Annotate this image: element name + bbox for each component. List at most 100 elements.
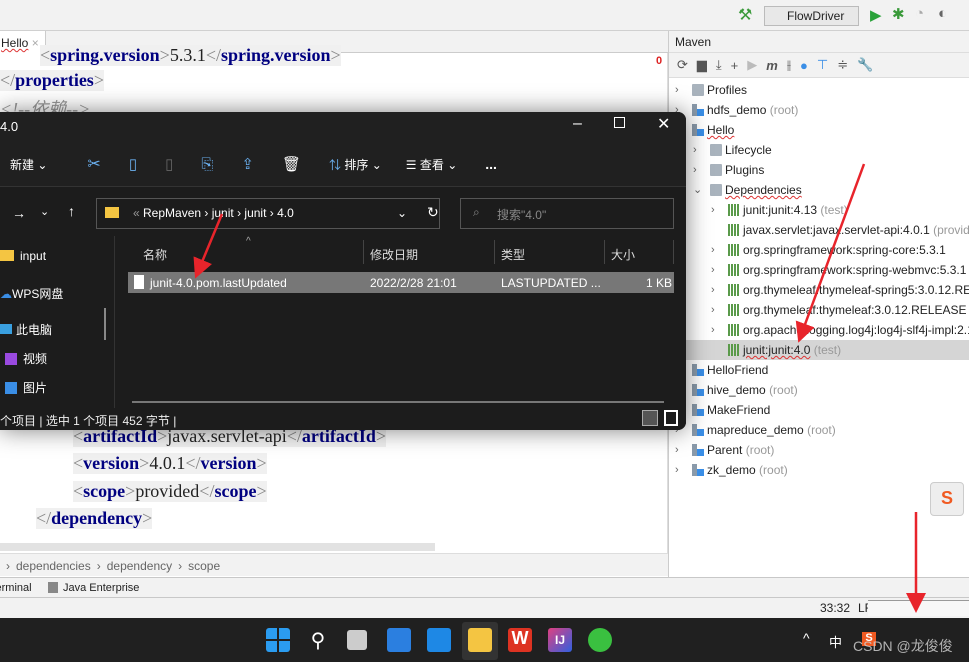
terminal-tab[interactable]: Terminal [0,582,32,594]
tree-item[interactable]: › Lifecycle [669,140,969,160]
copy-icon[interactable]: ▯ [129,155,137,173]
cursor-position[interactable]: 33:32 [820,601,850,615]
tree-item[interactable]: MakeFriend [669,400,969,420]
new-button[interactable]: 新建 ⌄ [10,156,47,173]
tree-item[interactable]: › org.thymeleaf:thymeleaf-spring5:3.0.12.… [669,280,969,300]
tree-item[interactable]: › Parent (root) [669,440,969,460]
chevron-right-icon[interactable]: › [711,200,715,220]
tree-item[interactable]: › Profiles [669,80,969,100]
tree-item[interactable]: HelloFriend [669,360,969,380]
tree-item[interactable]: › junit:junit:4.13 (test) [669,200,969,220]
coverage-icon[interactable]: ◔ [915,5,924,22]
more-button[interactable]: ... [485,156,497,172]
share-icon[interactable]: ⇪ [241,155,254,173]
maven-goal-icon[interactable]: m [766,58,778,73]
maximize-button[interactable] [614,117,625,128]
run-config-select[interactable]: FlowDriver ⌄ [764,6,859,37]
tree-item[interactable]: › org.springframework:spring-webmvc:5.3.1 [669,260,969,280]
tree-item[interactable]: › hdfs_demo (root) [669,100,969,120]
address-segment[interactable]: junit [212,206,234,220]
breadcrumb-item[interactable]: dependency [107,559,172,573]
close-icon[interactable]: × [32,36,39,50]
file-row[interactable]: junit-4.0.pom.lastUpdated 2022/2/28 21:0… [128,272,674,293]
chevron-down-icon[interactable]: ⌄ [693,180,702,200]
collapse-icon[interactable]: ≑ [837,57,848,73]
column-date[interactable]: 修改日期 [364,240,495,264]
chevron-right-icon[interactable]: › [693,140,697,160]
search-input[interactable]: ⌕ 搜索"4.0" [460,198,674,229]
sort-button[interactable]: ⇅ 排序 ⌄ [329,156,382,173]
tree-item[interactable]: › zk_demo (root) [669,460,969,480]
sidebar-item-videos[interactable]: 视频 [5,350,47,367]
preview-view-button[interactable] [664,410,678,426]
address-bar[interactable]: « RepMaven › junit › junit › 4.0 ⌄ ↻ [96,198,440,229]
tree-item[interactable]: junit:junit:4.0 (test) [669,340,969,360]
chevron-right-icon[interactable]: › [675,460,679,480]
intellij-icon[interactable]: IJ [548,628,572,652]
search-icon[interactable]: ⚲ [306,628,330,652]
address-segment[interactable]: 4.0 [277,206,294,220]
run-icon[interactable]: ▶ [870,6,882,24]
paste-icon[interactable]: ▯ [165,155,173,173]
add-icon[interactable]: + [731,58,739,73]
forward-icon[interactable]: → [12,205,26,221]
tree-item[interactable]: › org.thymeleaf:thymeleaf:3.0.12.RELEASE [669,300,969,320]
details-view-button[interactable] [642,410,658,426]
breadcrumb-item[interactable]: scope [188,559,220,573]
sogou-ime-toolbar[interactable]: S [930,482,964,516]
horizontal-scrollbar[interactable] [132,401,664,403]
show-deps-icon[interactable]: ⊤ [817,57,828,73]
address-segment[interactable]: junit [244,206,266,220]
refresh-icon[interactable]: ↻ [427,204,439,221]
run-icon[interactable]: ▶ [747,57,757,73]
debug-icon[interactable]: ✱ [892,5,905,23]
chevron-right-icon[interactable]: › [693,160,697,180]
settings-wrench-icon[interactable]: 🔧 [857,57,873,73]
build-hammer-icon[interactable]: ⚒ [738,5,752,25]
tree-item[interactable]: hive_demo (root) [669,380,969,400]
tree-item[interactable]: › mapreduce_demo (root) [669,420,969,440]
rename-icon[interactable]: ⎘ [201,156,213,173]
skip-tests-icon[interactable]: ● [800,58,808,73]
chevron-right-icon[interactable]: › [711,300,715,320]
delete-icon[interactable]: 🗑 [282,155,301,173]
column-size[interactable]: 大小 [605,240,674,264]
start-icon[interactable] [266,628,290,652]
up-icon[interactable]: ↑ [68,203,75,219]
chevron-right-icon[interactable]: › [711,280,715,300]
sidebar-item-pictures[interactable]: 图片 [5,379,47,396]
minimize-button[interactable]: – [573,115,582,133]
tree-item[interactable]: ⌄ Dependencies [669,180,969,200]
task-view-icon[interactable] [347,630,367,650]
sidebar-item-input[interactable]: input [0,249,46,263]
view-button[interactable]: ☰ 查看 ⌄ [406,156,458,173]
tray-expand-icon[interactable]: ^ [803,630,810,646]
wps-icon[interactable]: W [508,628,532,652]
mail-icon[interactable] [427,628,451,652]
java-enterprise-tab[interactable]: Java Enterprise [63,582,139,594]
chevron-right-icon[interactable]: › [675,440,679,460]
download-icon[interactable]: ⤓ [716,57,722,73]
sidebar-item-wps[interactable]: ☁WPS网盘 [0,285,63,302]
cut-icon[interactable]: ✂ [87,154,100,174]
recent-chevron-icon[interactable]: ⌄ [40,205,49,218]
widgets-icon[interactable] [387,628,411,652]
tree-item[interactable]: › org.springframework:spring-core:5.3.1 [669,240,969,260]
tree-item[interactable]: › org.apache.logging.log4j:log4j-slf4j-im… [669,320,969,340]
sidebar-item-this-pc[interactable]: 此电脑 [0,321,52,338]
profile-icon[interactable]: ◐ [938,5,947,22]
tree-item[interactable]: javax.servlet:javax.servlet-api:4.0.1 (p… [669,220,969,240]
chevron-right-icon[interactable]: › [711,240,715,260]
tree-item[interactable]: › Plugins [669,160,969,180]
chevron-right-icon[interactable]: › [675,80,679,100]
chevron-right-icon[interactable]: › [711,260,715,280]
column-name[interactable]: 名称 [137,240,364,264]
breadcrumb-item[interactable]: dependencies [16,559,91,573]
wechat-icon[interactable] [588,628,612,652]
reload-icon[interactable]: ⟳ [677,57,688,73]
error-count[interactable]: 0 [656,55,662,67]
toggle-offline-icon[interactable]: ⫲ [787,57,791,73]
close-button[interactable]: ✕ [657,114,670,134]
sidebar-scrollbar[interactable] [104,308,106,340]
address-segment[interactable]: RepMaven [143,206,201,220]
